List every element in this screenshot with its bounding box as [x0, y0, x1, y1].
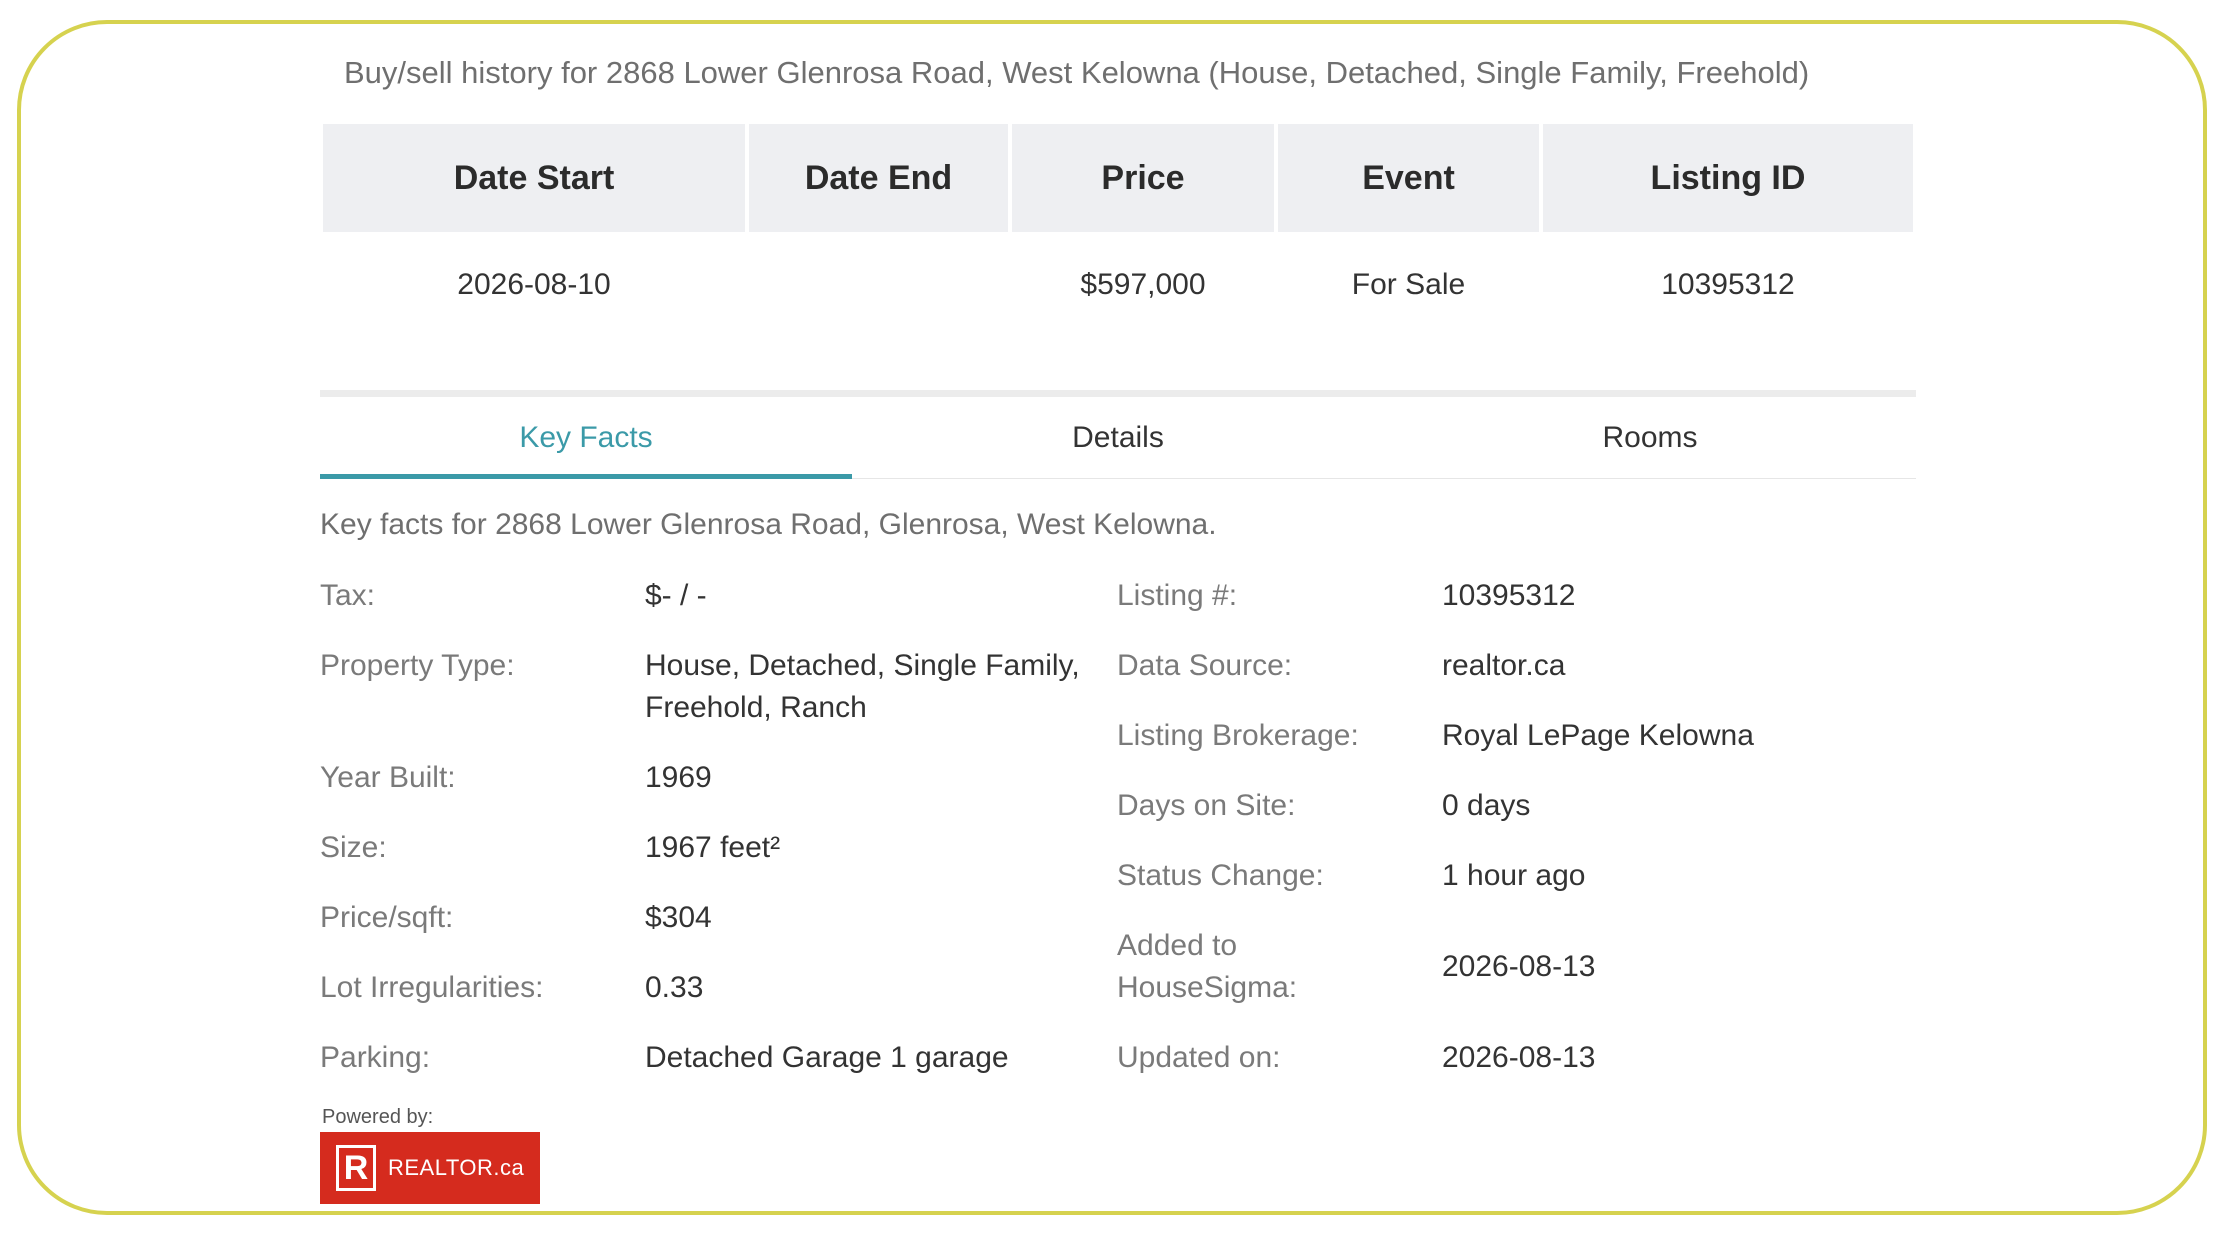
- history-header-row: Date Start Date End Price Event Listing …: [323, 124, 1913, 232]
- fact-row-property-type: Property Type: House, Detached, Single F…: [320, 645, 1100, 729]
- fact-row-size: Size: 1967 feet²: [320, 827, 1100, 869]
- fact-value: 2026-08-13: [1442, 1041, 1596, 1074]
- fact-value: 0 days: [1442, 789, 1531, 822]
- fact-label: Parking:: [320, 1041, 431, 1074]
- key-facts-title: Key facts for 2868 Lower Glenrosa Road, …: [320, 508, 1217, 541]
- fact-row-added-to-housesigma: Added to HouseSigma: 2026-08-13: [1117, 925, 1917, 1009]
- fact-value: Royal LePage Kelowna: [1442, 719, 1754, 752]
- fact-label: Data Source:: [1117, 649, 1293, 682]
- fact-row-data-source: Data Source: realtor.ca: [1117, 645, 1917, 687]
- tab-key-facts[interactable]: Key Facts: [320, 398, 852, 479]
- column-header-event: Event: [1278, 124, 1539, 232]
- fact-value: 2026-08-13: [1442, 950, 1596, 983]
- cell-price: $597,000: [1080, 268, 1206, 301]
- fact-row-year-built: Year Built: 1969: [320, 757, 1100, 799]
- history-table: Date Start Date End Price Event Listing …: [323, 124, 1913, 338]
- fact-label: Tax:: [320, 579, 376, 612]
- fact-row-listing-brokerage: Listing Brokerage: Royal LePage Kelowna: [1117, 715, 1917, 757]
- table-row: 2026-08-10 $597,000 For Sale 10395312: [323, 232, 1913, 338]
- fact-value: House, Detached, Single Family, Freehold…: [645, 649, 1080, 724]
- column-header-date-end: Date End: [749, 124, 1008, 232]
- fact-value: 0.33: [645, 971, 704, 1004]
- fact-value: $- / -: [645, 579, 707, 612]
- fact-label: Listing Brokerage:: [1117, 719, 1359, 752]
- column-header-price: Price: [1012, 124, 1274, 232]
- fact-row-listing-number: Listing #: 10395312: [1117, 575, 1917, 617]
- fact-label: Status Change:: [1117, 859, 1324, 892]
- fact-label: Price/sqft:: [320, 901, 454, 934]
- fact-row-parking: Parking: Detached Garage 1 garage: [320, 1037, 1100, 1079]
- fact-label: Listing #:: [1117, 579, 1238, 612]
- fact-row-tax: Tax: $- / -: [320, 575, 1100, 617]
- fact-value: Detached Garage 1 garage: [645, 1041, 1009, 1074]
- fact-row-price-sqft: Price/sqft: $304: [320, 897, 1100, 939]
- cell-date-start: 2026-08-10: [457, 268, 611, 301]
- realtor-logo[interactable]: R REALTOR.ca: [320, 1132, 540, 1204]
- cell-event: For Sale: [1351, 268, 1466, 301]
- fact-value: realtor.ca: [1442, 649, 1566, 682]
- column-header-listing-id: Listing ID: [1543, 124, 1913, 232]
- fact-value: 10395312: [1442, 579, 1576, 612]
- fact-label: Property Type:: [320, 649, 515, 682]
- fact-value: 1 hour ago: [1442, 859, 1586, 892]
- fact-row-days-on-site: Days on Site: 0 days: [1117, 785, 1917, 827]
- fact-label: Size:: [320, 831, 387, 864]
- tab-details[interactable]: Details: [852, 398, 1384, 478]
- facts-right-column: Listing #: 10395312 Data Source: realtor…: [1117, 575, 1917, 1107]
- history-title: Buy/sell history for 2868 Lower Glenrosa…: [344, 55, 1810, 90]
- fact-value: $304: [645, 901, 712, 934]
- cell-listing-id: 10395312: [1661, 268, 1795, 301]
- tab-rooms[interactable]: Rooms: [1384, 398, 1916, 478]
- realtor-r-icon: R: [336, 1145, 376, 1191]
- realtor-logo-text: REALTOR.ca: [388, 1155, 525, 1180]
- fact-label: Added to HouseSigma:: [1117, 929, 1298, 1004]
- fact-label: Year Built:: [320, 761, 456, 794]
- fact-row-lot-irregularities: Lot Irregularities: 0.33: [320, 967, 1100, 1009]
- fact-row-updated-on: Updated on: 2026-08-13: [1117, 1037, 1917, 1079]
- tab-bar: Key Facts Details Rooms: [320, 398, 1916, 479]
- fact-label: Updated on:: [1117, 1041, 1281, 1074]
- fact-label: Lot Irregularities:: [320, 971, 544, 1004]
- powered-by-label: Powered by:: [322, 1106, 434, 1128]
- fact-value: 1967 feet²: [645, 831, 781, 864]
- cell-date-end: [749, 232, 1008, 338]
- column-header-date-start: Date Start: [323, 124, 745, 232]
- section-divider: [320, 390, 1916, 397]
- fact-value: 1969: [645, 761, 712, 794]
- facts-left-column: Tax: $- / - Property Type: House, Detach…: [320, 575, 1100, 1107]
- fact-row-status-change: Status Change: 1 hour ago: [1117, 855, 1917, 897]
- fact-label: Days on Site:: [1117, 789, 1296, 822]
